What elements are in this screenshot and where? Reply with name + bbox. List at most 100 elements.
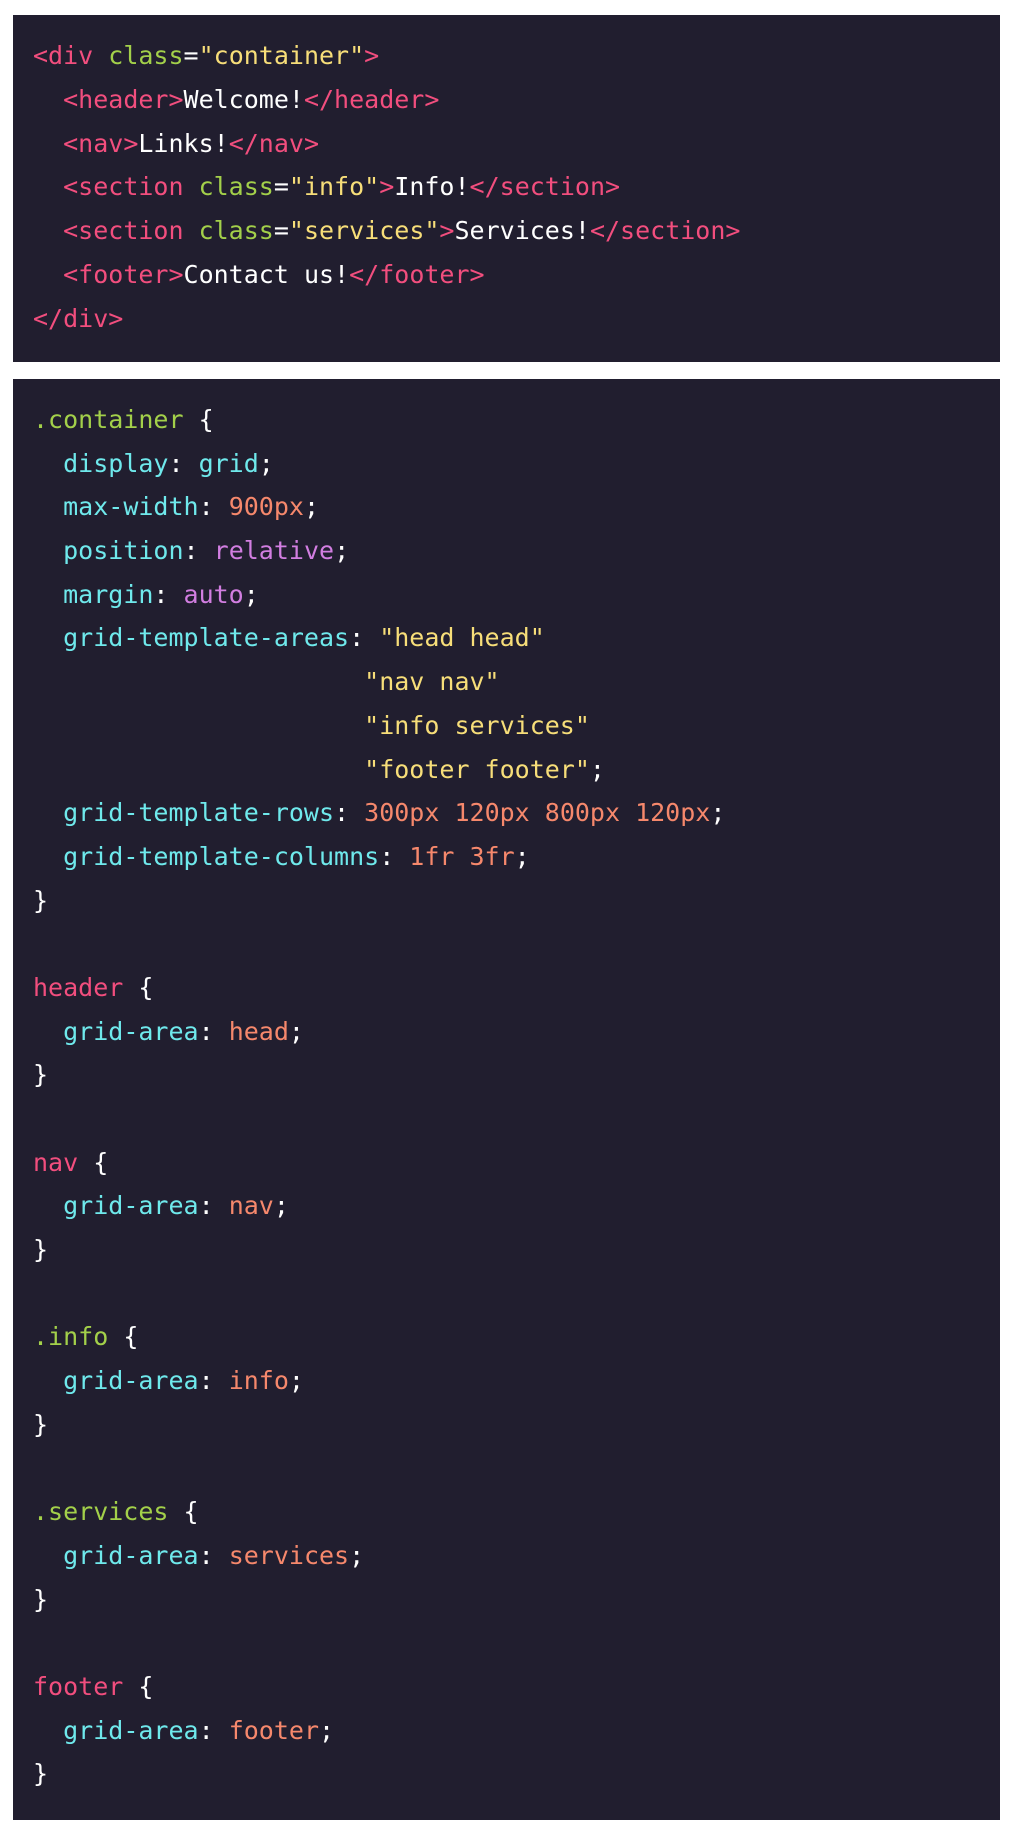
code-token: ; xyxy=(273,1191,289,1221)
code-token: class xyxy=(198,172,274,202)
code-token: <nav> xyxy=(63,128,139,158)
code-token: head xyxy=(228,1016,289,1046)
code-line: "footer footer"; xyxy=(33,748,1000,792)
code-line: position: relative; xyxy=(33,529,1000,573)
code-token: : xyxy=(198,1016,229,1046)
code-line: max-width: 900px; xyxy=(33,485,1000,529)
code-token: grid-area xyxy=(63,1540,199,1570)
code-token: auto xyxy=(183,579,244,609)
code-token: : xyxy=(183,536,214,566)
code-line: <nav>Links!</nav> xyxy=(33,122,1000,166)
code-token: "info services" xyxy=(364,710,590,740)
code-token: } xyxy=(33,1235,49,1265)
code-token: grid-area xyxy=(63,1016,199,1046)
code-token: "services" xyxy=(288,216,440,246)
code-token: ; xyxy=(243,579,259,609)
code-token: nav xyxy=(33,1147,79,1177)
code-line: <div class="container"> xyxy=(33,34,1000,78)
code-token: : xyxy=(198,1366,229,1396)
code-token: : xyxy=(198,1715,229,1745)
code-token: ; xyxy=(514,841,530,871)
code-token: 900px xyxy=(228,492,304,522)
code-token: ; xyxy=(349,1540,365,1570)
code-token: grid-template-columns xyxy=(63,841,380,871)
code-token: </div> xyxy=(33,303,124,333)
code-token: <section xyxy=(63,216,199,246)
code-line: nav { xyxy=(33,1141,1000,1185)
code-line: } xyxy=(33,1752,1000,1796)
code-line: } xyxy=(33,1578,1000,1622)
code-token: margin xyxy=(63,579,154,609)
code-token: Contact us! xyxy=(183,259,350,289)
code-token: "info" xyxy=(288,172,380,202)
code-line: footer { xyxy=(33,1665,1000,1709)
code-token: } xyxy=(33,1060,49,1090)
code-token: 300px 120px 800px 120px xyxy=(364,798,711,828)
code-token: "head head" xyxy=(379,623,545,653)
code-line: } xyxy=(33,1228,1000,1272)
code-token: </nav> xyxy=(228,128,319,158)
code-line: } xyxy=(33,1403,1000,1447)
code-token: ; xyxy=(288,1016,304,1046)
code-token: footer xyxy=(33,1671,124,1701)
code-token: : xyxy=(168,448,199,478)
code-line: grid-area: info; xyxy=(33,1359,1000,1403)
code-line: <header>Welcome!</header> xyxy=(33,78,1000,122)
code-line: } xyxy=(33,1053,1000,1097)
code-token: : xyxy=(349,623,380,653)
code-token: { xyxy=(108,1322,139,1352)
code-token: position xyxy=(63,536,184,566)
code-token: grid xyxy=(198,448,259,478)
code-line: grid-template-areas: "head head" xyxy=(33,616,1000,660)
code-token: <section xyxy=(63,172,199,202)
code-token: grid-template-rows xyxy=(63,798,335,828)
code-line: } xyxy=(33,879,1000,923)
code-token: <header> xyxy=(63,84,184,114)
code-token: : xyxy=(153,579,184,609)
code-line: margin: auto; xyxy=(33,573,1000,617)
code-token: } xyxy=(33,1759,49,1789)
code-token: grid-area xyxy=(63,1715,199,1745)
code-token: : xyxy=(334,798,365,828)
code-token: header xyxy=(33,972,124,1002)
code-line: grid-area: head; xyxy=(33,1010,1000,1054)
code-token: footer xyxy=(228,1715,319,1745)
code-token: </header> xyxy=(303,84,440,114)
code-token: </section> xyxy=(589,216,741,246)
html-code-block: <div class="container"> <header>Welcome!… xyxy=(13,15,1000,362)
code-line: .container { xyxy=(33,398,1000,442)
code-token: ; xyxy=(589,754,605,784)
code-line: grid-template-rows: 300px 120px 800px 12… xyxy=(33,791,1000,835)
css-code-block: .container { display: grid; max-width: 9… xyxy=(13,379,1000,1820)
code-token: Welcome! xyxy=(183,84,304,114)
code-token: { xyxy=(183,405,214,434)
code-line: </div> xyxy=(33,297,1000,341)
code-token: ; xyxy=(710,798,726,828)
code-token: : xyxy=(379,841,410,871)
code-token: </section> xyxy=(469,172,621,202)
code-token: > xyxy=(439,216,455,246)
code-line: <section class="services">Services!</sec… xyxy=(33,209,1000,253)
code-token: relative xyxy=(213,536,335,566)
code-line: grid-template-columns: 1fr 3fr; xyxy=(33,835,1000,879)
code-token: Info! xyxy=(394,172,470,202)
code-token: </footer> xyxy=(349,259,485,289)
code-token: services xyxy=(228,1540,350,1570)
code-line: "nav nav" xyxy=(33,660,1000,704)
